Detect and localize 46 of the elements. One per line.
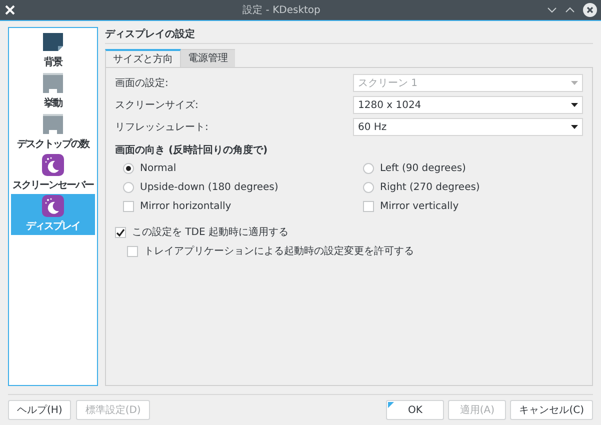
maximize-icon[interactable] xyxy=(565,7,575,13)
dialog-button[interactable]: ヘルプ(H) xyxy=(8,400,72,420)
check-icon xyxy=(116,228,125,237)
field-label: スクリーンサイズ: xyxy=(115,98,200,112)
window-title: 設定 - KDesktop xyxy=(242,4,322,18)
radio-button[interactable] xyxy=(363,182,374,193)
radio-button[interactable] xyxy=(123,163,134,174)
close-icon[interactable] xyxy=(583,3,597,17)
dialog-button[interactable]: キャンセル(C) xyxy=(510,400,593,420)
monitor-icon xyxy=(42,72,64,94)
radio-label: Right (270 degrees) xyxy=(380,181,480,195)
checkbox[interactable] xyxy=(127,246,138,257)
checkbox[interactable] xyxy=(363,201,374,212)
minimize-icon[interactable] xyxy=(547,7,557,13)
moon-icon xyxy=(42,195,64,217)
section-title: 画面の向き (反時計回りの角度で) xyxy=(115,143,269,158)
sidebar-item[interactable]: スクリーンセーバー xyxy=(11,153,95,194)
page-heading: ディスプレイの設定 xyxy=(105,27,196,42)
monitor-icon xyxy=(42,113,64,135)
wallpaper-icon xyxy=(42,31,64,53)
moon-icon xyxy=(42,154,64,176)
checkbox[interactable] xyxy=(115,227,126,238)
checkbox-label: この設定を TDE 起動時に適用する xyxy=(132,226,288,240)
sidebar-item[interactable]: 挙動 xyxy=(11,71,95,112)
radio-button[interactable] xyxy=(123,182,134,193)
checkbox-label: Mirror vertically xyxy=(380,200,459,214)
checkbox[interactable] xyxy=(123,201,134,212)
checkbox-label: トレイアプリケーションによる起動時の設定変更を許可する xyxy=(144,244,414,259)
caret-icon xyxy=(571,103,578,107)
radio-button[interactable] xyxy=(363,163,374,174)
checkbox-label: Mirror horizontally xyxy=(140,200,232,214)
dropdown[interactable]: 1280 x 1024 xyxy=(353,96,583,114)
dialog-button[interactable]: OK xyxy=(386,400,444,420)
close-icon[interactable] xyxy=(4,4,16,16)
tab[interactable]: 電源管理 xyxy=(181,49,235,67)
radio-label: Upside-down (180 degrees) xyxy=(140,181,278,195)
tab[interactable]: サイズと方向 xyxy=(105,49,181,67)
field-label: リフレッシュレート: xyxy=(115,120,210,134)
radio-label: Left (90 degrees) xyxy=(380,162,466,176)
caret-icon xyxy=(571,81,578,85)
sidebar-item[interactable]: デスクトップの数 xyxy=(11,112,95,153)
radio-label: Normal xyxy=(140,162,176,176)
field-label: 画面の設定: xyxy=(115,76,170,90)
sidebar-item[interactable]: 背景 xyxy=(11,30,95,71)
caret-icon xyxy=(571,125,578,129)
dropdown[interactable]: 60 Hz xyxy=(353,118,583,136)
